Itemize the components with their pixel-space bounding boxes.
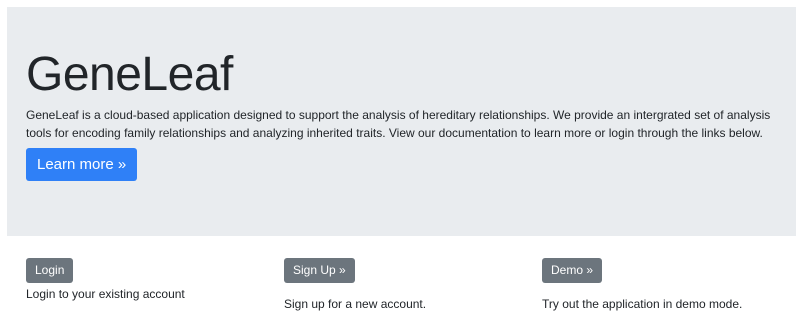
signup-button[interactable]: Sign Up » xyxy=(284,258,355,283)
login-description: Login to your existing account xyxy=(26,287,185,301)
login-section: Login Login to your existing account xyxy=(26,258,185,301)
demo-section: Demo » Try out the application in demo m… xyxy=(542,258,742,311)
hero-description: GeneLeaf is a cloud-based application de… xyxy=(26,108,771,140)
demo-description: Try out the application in demo mode. xyxy=(542,297,743,311)
signup-section: Sign Up » Sign up for a new account. xyxy=(284,258,426,311)
hero-title: GeneLeaf xyxy=(26,48,233,101)
signup-description: Sign up for a new account. xyxy=(284,297,427,311)
login-button[interactable]: Login xyxy=(26,258,74,283)
hero-jumbotron: GeneLeaf GeneLeaf is a cloud-based appli… xyxy=(7,7,796,236)
learn-more-button[interactable]: Learn more » xyxy=(26,148,138,181)
demo-button[interactable]: Demo » xyxy=(542,258,603,283)
